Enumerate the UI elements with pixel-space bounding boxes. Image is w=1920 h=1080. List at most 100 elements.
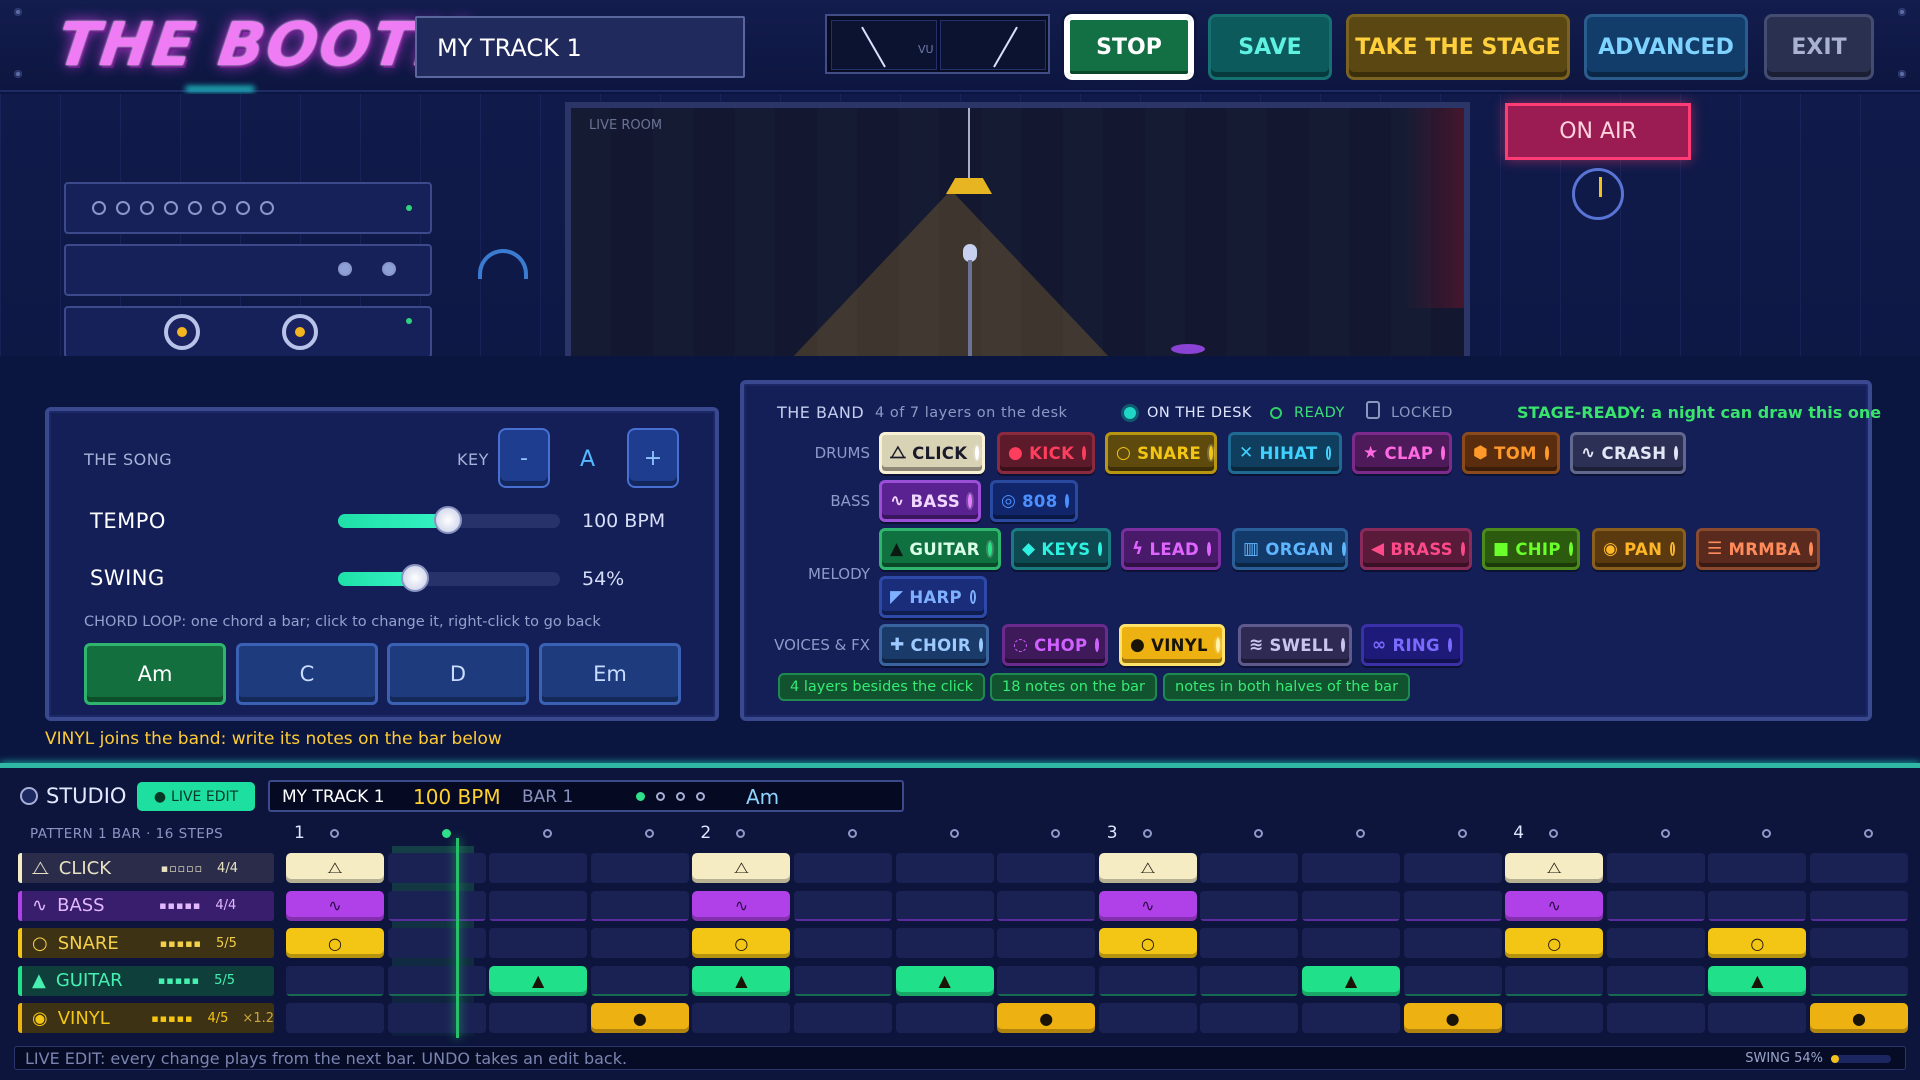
- step-note-vinyl[interactable]: ●: [590, 1003, 689, 1033]
- step-note-bass[interactable]: ∿: [286, 890, 384, 921]
- step-cell-empty[interactable]: [1708, 890, 1807, 921]
- step-cell-empty[interactable]: [997, 965, 1096, 996]
- take-the-stage-button[interactable]: TAKE THE STAGE: [1346, 14, 1570, 80]
- step-note-snare[interactable]: ○: [1505, 928, 1604, 958]
- step-cell-empty[interactable]: [1403, 965, 1502, 996]
- layer-keys[interactable]: ◆ KEYS: [1011, 528, 1111, 570]
- layer-harp[interactable]: ◤ HARP: [879, 576, 987, 618]
- step-cell-empty[interactable]: [1403, 928, 1502, 958]
- step-cell-empty[interactable]: [489, 890, 588, 921]
- step-note-snare[interactable]: ○: [1708, 928, 1807, 958]
- track-label-click[interactable]: ⧍ CLICK ▪▫▫▫▫ 4/4: [18, 853, 274, 883]
- step-cell-empty[interactable]: [1810, 928, 1908, 958]
- step-cell-empty[interactable]: [387, 890, 486, 921]
- layer-vinyl[interactable]: ● VINYL: [1119, 624, 1225, 666]
- layer-bass[interactable]: ∿ BASS: [879, 480, 981, 522]
- step-cell-empty[interactable]: [1200, 965, 1299, 996]
- track-name-field[interactable]: MY TRACK 1: [415, 16, 745, 78]
- step-note-vinyl[interactable]: ●: [1403, 1003, 1502, 1033]
- step-cell-empty[interactable]: [1200, 890, 1299, 921]
- step-cell-empty[interactable]: [997, 928, 1096, 958]
- step-cell-empty[interactable]: [794, 1003, 892, 1033]
- step-note-snare[interactable]: ○: [286, 928, 384, 958]
- step-cell-empty[interactable]: [387, 928, 486, 958]
- step-cell-empty[interactable]: [794, 928, 892, 958]
- step-cell-empty[interactable]: [1606, 928, 1705, 958]
- step-note-vinyl[interactable]: ●: [997, 1003, 1096, 1033]
- layer-808[interactable]: ◎ 808: [990, 480, 1078, 522]
- layer-pan[interactable]: ◉ PAN: [1592, 528, 1686, 570]
- live-edit-toggle[interactable]: ● LIVE EDIT: [137, 782, 255, 811]
- step-cell-empty[interactable]: [1505, 965, 1604, 996]
- key-minus-button[interactable]: -: [498, 428, 550, 488]
- step-cell-empty[interactable]: [489, 928, 588, 958]
- step-cell-empty[interactable]: [489, 1003, 588, 1033]
- step-cell-empty[interactable]: [895, 853, 994, 883]
- step-cell-empty[interactable]: [590, 890, 689, 921]
- layer-swell[interactable]: ≋ SWELL: [1238, 624, 1352, 666]
- swing-slider-thumb[interactable]: [400, 564, 429, 592]
- step-cell-empty[interactable]: [1098, 965, 1197, 996]
- step-cell-empty[interactable]: [590, 965, 689, 996]
- save-button[interactable]: SAVE: [1208, 14, 1332, 80]
- layer-organ[interactable]: ▥ ORGAN: [1232, 528, 1348, 570]
- chord-slot-2[interactable]: C: [236, 643, 378, 705]
- step-cell-empty[interactable]: [895, 928, 994, 958]
- step-cell-empty[interactable]: [895, 890, 994, 921]
- step-cell-empty[interactable]: [286, 965, 384, 996]
- step-cell-empty[interactable]: [1302, 853, 1400, 883]
- track-label-snare[interactable]: ○ SNARE ▪▪▪▪▪ 5/5: [18, 928, 274, 958]
- track-label-bass[interactable]: ∿ BASS ▪▪▪▪▪ 4/4: [18, 890, 274, 921]
- stop-button[interactable]: STOP: [1061, 11, 1197, 83]
- layer-click[interactable]: ⧍ CLICK: [879, 432, 985, 474]
- step-note-guitar[interactable]: ▲: [895, 965, 994, 996]
- layer-chop[interactable]: ◌ CHOP: [1002, 624, 1108, 666]
- step-note-click[interactable]: ⧍: [1505, 853, 1604, 883]
- step-note-click[interactable]: ⧍: [692, 853, 791, 883]
- step-cell-empty[interactable]: [1606, 1003, 1705, 1033]
- step-note-snare[interactable]: ○: [1098, 928, 1197, 958]
- layer-snare[interactable]: ○ SNARE: [1105, 432, 1217, 474]
- step-cell-empty[interactable]: [489, 853, 588, 883]
- advanced-button[interactable]: ADVANCED: [1584, 14, 1748, 80]
- key-plus-button[interactable]: +: [627, 428, 679, 488]
- step-note-guitar[interactable]: ▲: [692, 965, 791, 996]
- step-cell-empty[interactable]: [1708, 853, 1807, 883]
- step-cell-empty[interactable]: [997, 890, 1096, 921]
- step-cell-empty[interactable]: [1403, 853, 1502, 883]
- step-cell-empty[interactable]: [1403, 890, 1502, 921]
- step-cell-empty[interactable]: [387, 1003, 486, 1033]
- track-label-guitar[interactable]: ▲ GUITAR ▪▪▪▪▪ 5/5: [18, 965, 274, 996]
- step-cell-empty[interactable]: [1302, 890, 1400, 921]
- step-cell-empty[interactable]: [1810, 890, 1908, 921]
- layer-kick[interactable]: ● KICK: [997, 432, 1095, 474]
- step-note-guitar[interactable]: ▲: [1302, 965, 1400, 996]
- chord-slot-3[interactable]: D: [387, 643, 529, 705]
- step-cell-empty[interactable]: [1200, 928, 1299, 958]
- exit-button[interactable]: EXIT: [1764, 14, 1874, 80]
- step-cell-empty[interactable]: [590, 928, 689, 958]
- layer-crash[interactable]: ∿ CRASH: [1570, 432, 1686, 474]
- step-cell-empty[interactable]: [1302, 1003, 1400, 1033]
- layer-clap[interactable]: ★ CLAP: [1352, 432, 1452, 474]
- step-cell-empty[interactable]: [692, 1003, 791, 1033]
- step-cell-empty[interactable]: [794, 853, 892, 883]
- step-note-snare[interactable]: ○: [692, 928, 791, 958]
- step-cell-empty[interactable]: [1200, 853, 1299, 883]
- step-cell-empty[interactable]: [286, 1003, 384, 1033]
- tempo-slider[interactable]: [338, 506, 560, 534]
- step-note-bass[interactable]: ∿: [1505, 890, 1604, 921]
- step-cell-empty[interactable]: [1302, 928, 1400, 958]
- layer-tom[interactable]: ⬢ TOM: [1462, 432, 1560, 474]
- step-cell-empty[interactable]: [590, 853, 689, 883]
- step-cell-empty[interactable]: [895, 1003, 994, 1033]
- step-note-vinyl[interactable]: ●: [1810, 1003, 1908, 1033]
- step-cell-empty[interactable]: [1810, 965, 1908, 996]
- step-note-guitar[interactable]: ▲: [489, 965, 588, 996]
- step-cell-empty[interactable]: [387, 965, 486, 996]
- chord-slot-4[interactable]: Em: [539, 643, 681, 705]
- step-cell-empty[interactable]: [794, 890, 892, 921]
- swing-slider[interactable]: [338, 564, 560, 592]
- layer-hihat[interactable]: ✕ HIHAT: [1228, 432, 1342, 474]
- layer-guitar[interactable]: ▲ GUITAR: [879, 528, 1001, 570]
